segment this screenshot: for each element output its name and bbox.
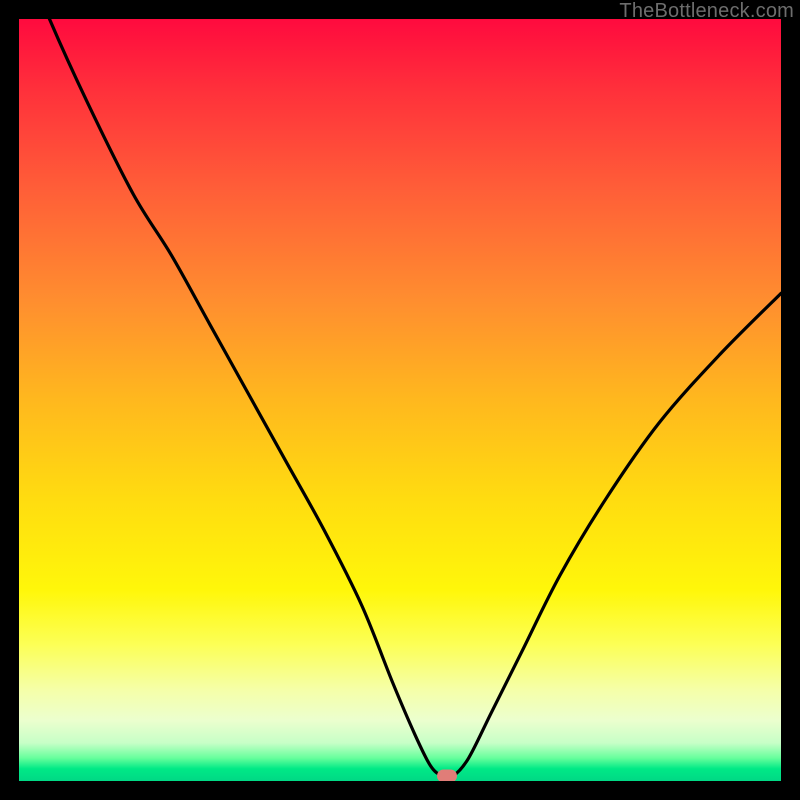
plot-area xyxy=(19,19,781,781)
chart-stage: TheBottleneck.com xyxy=(0,0,800,800)
optimum-marker xyxy=(437,769,457,781)
bottleneck-curve xyxy=(19,19,781,781)
watermark-text: TheBottleneck.com xyxy=(619,0,794,23)
